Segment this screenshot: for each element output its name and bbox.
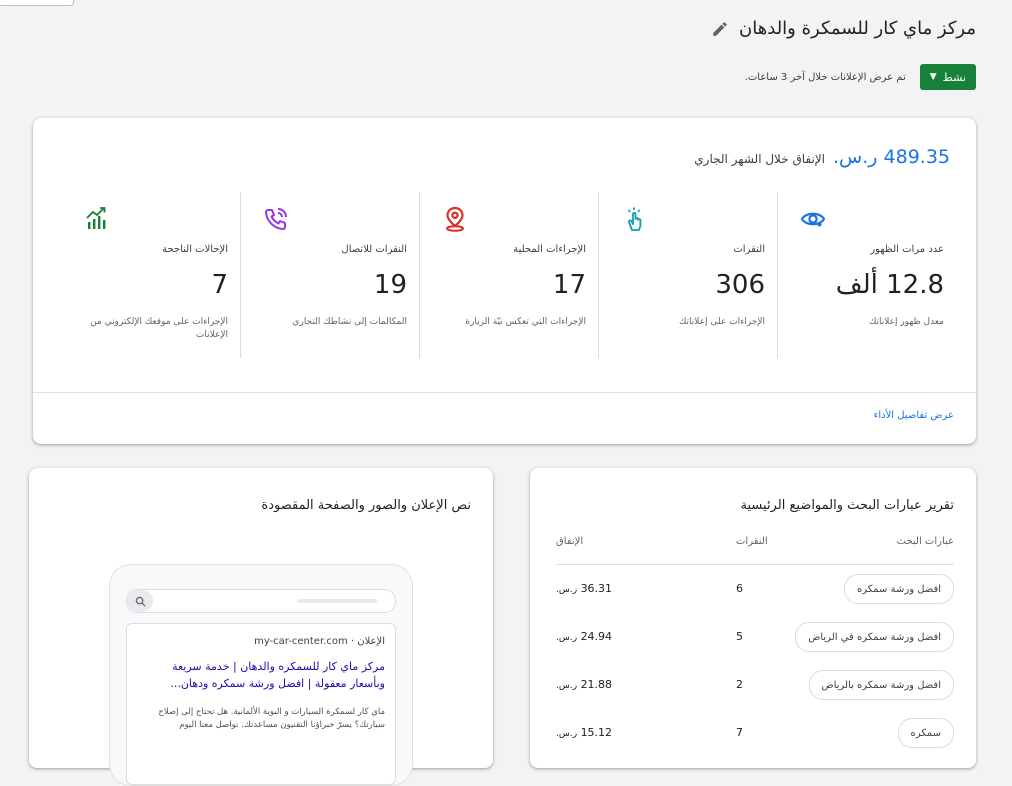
metric-local-actions[interactable]: الإجراءات المحلية 17 الإجراءات التي تعكس… [419,192,598,358]
metric-value: 17 [552,270,586,300]
metric-description: الإجراءات على موقعك الإلكتروني من الإعلا… [90,317,228,341]
metric-label: النقرات للاتصال [341,244,407,255]
spend-cell: 15.12 ر.س. [556,726,646,739]
metric-description: الإجراءات على إعلاناتك [678,317,765,327]
clicks-cell: 2 [736,678,743,691]
currency-label: ر.س. [556,633,578,643]
metric-label: النقرات [733,244,765,255]
table-header: عبارات البحث النقرات الإنفاق [556,536,954,552]
search-term-chip[interactable]: سمكره [897,718,954,748]
search-term-chip[interactable]: افضل ورشة سمكره في الرياض [795,622,954,652]
column-header-spend: الإنفاق [556,536,584,547]
monthly-spend: 489.35 ر.س. الإنفاق خلال الشهر الجاري [694,146,950,168]
search-placeholder-bar [297,599,377,603]
spend-amount: 489.35 ر.س. [833,146,950,168]
spend-value: 24.94 [580,630,613,643]
status-row: نشط ▼ تم عرض الإعلانات خلال آخر 3 ساعات. [745,64,976,90]
divider [33,392,976,393]
spend-cell: 36.31 ر.س. [556,582,646,595]
account-title: مركز ماي كار للسمكرة والدهان [739,18,976,39]
spend-value: 36.31 [580,582,613,595]
phone-mockup: الإعلان · my-car-center.com مركز ماي كار… [109,564,413,786]
currency-label: ر.س. [556,729,578,739]
touch-icon [627,207,642,231]
column-header-term: عبارات البحث [896,536,954,547]
status-label: نشط [942,70,966,84]
clicks-cell: 7 [736,726,743,739]
ad-domain: my-car-center.com [254,636,348,647]
metric-value: 19 [373,270,407,300]
search-terms-card: تقرير عبارات البحث والمواضيع الرئيسية عب… [530,468,976,768]
top-left-control-fragment[interactable] [0,0,74,6]
table-row: سمكره 7 15.12 ر.س. [556,718,954,748]
performance-card: 489.35 ر.س. الإنفاق خلال الشهر الجاري عد… [33,118,976,444]
metric-impressions[interactable]: عدد مرات الظهور 12.8 ألف معدل ظهور إعلان… [777,192,956,358]
currency-label: ر.س. [556,681,578,691]
ad-meta: الإعلان · my-car-center.com [254,636,385,647]
metric-calls[interactable]: النقرات للاتصال 19 المكالمات إلى نشاطك ا… [240,192,419,358]
metric-conversions[interactable]: الإحالات الناجحة 7 الإجراءات على موقعك ا… [61,192,240,358]
search-terms-title: تقرير عبارات البحث والمواضيع الرئيسية [740,498,954,513]
metric-description: الإجراءات التي تعكس نيّة الزيارة [465,317,586,327]
spend-value: 15.12 [580,726,613,739]
location-pin-icon [446,206,464,232]
search-term-chip[interactable]: افضل ورشة سمكره بالرياض [808,670,954,700]
spend-cell: 24.94 ر.س. [556,630,646,643]
search-term-chip[interactable]: افضل ورشة سمكره [844,574,954,604]
metric-value: 306 [715,270,765,300]
table-row: افضل ورشة سمكره بالرياض 2 21.88 ر.س. [556,670,954,700]
clicks-cell: 5 [736,630,743,643]
ad-headline[interactable]: مركز ماي كار للسمكره والدهان | خدمة سريع… [137,658,385,692]
metric-description: المكالمات إلى نشاطك التجاري [292,317,407,327]
spend-label: الإنفاق خلال الشهر الجاري [694,152,826,166]
ad-label: الإعلان · [350,636,385,647]
divider [556,564,954,565]
search-icon [127,590,153,612]
ad-preview-card: نص الإعلان والصور والصفحة المقصودة الإعل… [29,468,493,786]
spend-cell: 21.88 ر.س. [556,678,646,691]
status-dropdown-button[interactable]: نشط ▼ [919,64,976,90]
metric-label: عدد مرات الظهور [870,244,944,255]
metric-label: الإجراءات المحلية [513,244,586,255]
metrics-row: عدد مرات الظهور 12.8 ألف معدل ظهور إعلان… [53,192,956,358]
account-header: مركز ماي كار للسمكرة والدهان [711,18,976,39]
table-row: افضل ورشة سمكره في الرياض 5 24.94 ر.س. [556,622,954,652]
table-row: افضل ورشة سمكره 6 36.31 ر.س. [556,574,954,604]
metric-clicks[interactable]: النقرات 306 الإجراءات على إعلاناتك [598,192,777,358]
ad-description: ماي كار لسمكرة السيارات و البوية الألمان… [158,707,385,730]
metric-label: الإحالات الناجحة [162,244,228,255]
metric-description: معدل ظهور إعلاناتك [868,317,944,327]
currency-label: ر.س. [556,585,578,595]
metric-value: 7 [211,270,228,300]
chevron-down-icon: ▼ [929,72,937,82]
ad-preview-title: نص الإعلان والصور والصفحة المقصودة [261,498,471,513]
metric-value: 12.8 ألف [835,270,944,300]
phone-call-icon [265,208,287,230]
trending-bars-icon [86,207,106,229]
mock-search-bar [126,589,396,613]
pencil-icon[interactable] [711,20,729,38]
column-header-clicks: النقرات [736,536,768,547]
ad-result: الإعلان · my-car-center.com مركز ماي كار… [126,623,396,785]
spend-value: 21.88 [580,678,613,691]
status-note: تم عرض الإعلانات خلال آخر 3 ساعات. [744,71,906,83]
eye-icon [800,212,826,227]
clicks-cell: 6 [736,582,743,595]
performance-details-link[interactable]: عرض تفاصيل الأداء [874,410,954,421]
